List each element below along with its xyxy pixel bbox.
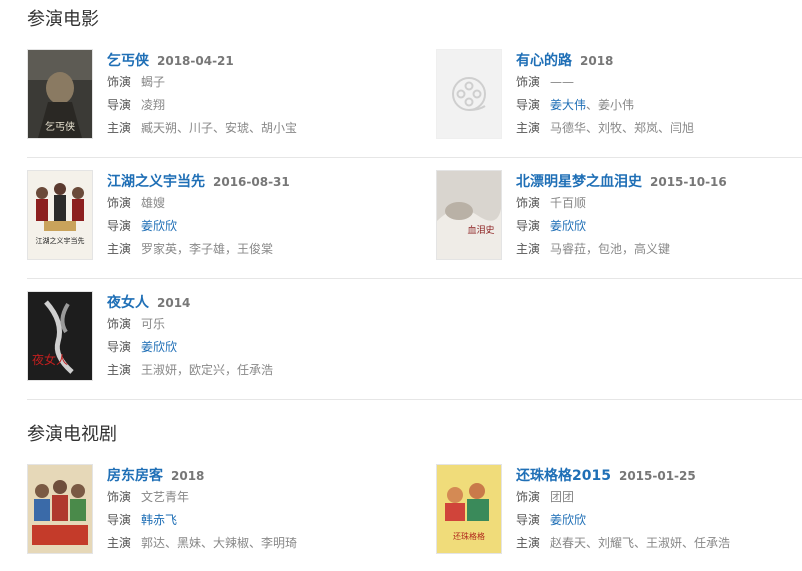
cast-label: 主演 <box>516 121 541 135</box>
director-value: 姜小伟 <box>598 98 635 112</box>
cast-label: 主演 <box>107 121 132 135</box>
director-label: 导演 <box>107 513 132 527</box>
divider <box>27 278 802 279</box>
director-link[interactable]: 姜大伟 <box>550 98 586 112</box>
divider <box>27 157 802 158</box>
cast-label: 主演 <box>107 242 132 256</box>
cast-value: 臧天朔、川子、安琥、胡小宝 <box>141 121 298 135</box>
svg-text:血泪史: 血泪史 <box>467 224 494 236</box>
cast-value: 赵春天、刘耀飞、王淑妍、任承浩 <box>550 536 731 550</box>
movie-card: 有心的路 2018 饰演 —— 导演 姜大伟、姜小伟 主演 马德华、刘牧、郑岚、闫旭 <box>436 49 802 141</box>
role-value: 千百顺 <box>550 196 587 210</box>
cast-label: 主演 <box>107 536 132 550</box>
director-value: 凌翔 <box>141 98 166 112</box>
movie-title-link[interactable]: 乞丐侠 <box>107 53 149 69</box>
movie-card: 江湖之义宇当先 江湖之义宇当先 2016-08-31 饰演 雄嫂 导演 姜欣欣 主演罗… <box>27 170 393 262</box>
director-label: 导演 <box>107 219 132 233</box>
director-label: 导演 <box>516 513 541 527</box>
movie-poster[interactable]: 夜女人 <box>27 291 93 381</box>
role-label: 饰演 <box>107 317 132 331</box>
role-label: 饰演 <box>516 490 541 504</box>
cast-label: 主演 <box>107 363 132 377</box>
director-separator: 、 <box>586 98 599 112</box>
movie-poster-placeholder[interactable] <box>436 49 502 139</box>
role-value: 雄嫂 <box>141 196 166 210</box>
tv-card: 房东房客 2018 饰演 文艺青年 导演 韩赤飞 主演 郭达、黑妹、大辣椒、李明琦 <box>27 464 393 556</box>
movie-date: 2018 <box>580 54 614 68</box>
role-label: 饰演 <box>516 196 541 210</box>
svg-text:还珠格格: 还珠格格 <box>453 531 485 541</box>
role-value: 蝎子 <box>141 75 166 89</box>
director-label: 导演 <box>516 98 541 112</box>
tv-poster[interactable]: 还珠格格 <box>436 464 502 554</box>
director-label: 导演 <box>516 219 541 233</box>
tv-date: 2018 <box>171 469 205 483</box>
movie-title-link[interactable]: 有心的路 <box>516 53 572 69</box>
director-link[interactable]: 韩赤飞 <box>141 513 177 527</box>
movie-poster[interactable]: 血泪史 <box>436 170 502 260</box>
role-label: 饰演 <box>107 196 132 210</box>
movie-date: 2015-10-16 <box>650 175 727 189</box>
movie-poster[interactable]: 乞丐侠 <box>27 49 93 139</box>
movie-title-link[interactable]: 北漂明星梦之血泪史 <box>516 174 642 190</box>
cast-value: 马睿菈，包池，高义键 <box>550 242 671 256</box>
movie-title-link[interactable]: 夜女人 <box>107 295 149 311</box>
movie-title-link[interactable]: 江湖之义宇当先 <box>107 174 205 190</box>
role-value: 文艺青年 <box>141 490 190 504</box>
cast-value: 马德华、刘牧、郑岚、闫旭 <box>550 121 695 135</box>
section-title-movies: 参演电影 <box>27 9 99 30</box>
movie-card: 乞丐侠 乞丐侠 2018-04-21 饰演 蝎子 导演 凌翔 主演 臧天朔、川子、安琥、… <box>27 49 393 141</box>
cast-value: 王淑妍，欧定兴，任承浩 <box>141 363 274 377</box>
director-link[interactable]: 姜欣欣 <box>550 219 586 233</box>
role-value: 可乐 <box>141 317 166 331</box>
movie-date: 2016-08-31 <box>213 175 290 189</box>
movie-poster[interactable]: 江湖之义宇当先 <box>27 170 93 260</box>
role-label: 饰演 <box>107 490 132 504</box>
director-link[interactable]: 姜欣欣 <box>141 340 177 354</box>
director-link[interactable]: 姜欣欣 <box>141 219 177 233</box>
cast-label: 主演 <box>516 536 541 550</box>
divider <box>27 399 802 400</box>
tv-title-link[interactable]: 房东房客 <box>107 468 163 484</box>
movie-date: 2014 <box>157 296 191 310</box>
cast-label: 主演 <box>516 242 541 256</box>
director-link[interactable]: 姜欣欣 <box>550 513 586 527</box>
role-value: 团团 <box>550 490 575 504</box>
movie-date: 2018-04-21 <box>157 54 234 68</box>
svg-text:夜女人: 夜女人 <box>32 352 68 367</box>
tv-poster[interactable] <box>27 464 93 554</box>
tv-card: 还珠格格 还珠格格2015 2015-01-25 饰演 团团 导演 姜欣欣 主演 赵春天… <box>436 464 802 556</box>
movie-card: 夜女人 夜女人 2014 饰演 可乐 导演 姜欣欣 主演 王淑妍，欧定兴，任承浩 <box>27 291 393 383</box>
svg-text:江湖之义宇当先: 江湖之义宇当先 <box>36 236 85 245</box>
svg-text:乞丐侠: 乞丐侠 <box>45 120 75 133</box>
role-label: 饰演 <box>516 75 541 89</box>
tv-date: 2015-01-25 <box>618 469 696 483</box>
director-label: 导演 <box>107 98 132 112</box>
tv-title-link[interactable]: 还珠格格2015 <box>516 468 611 484</box>
role-value: —— <box>550 75 575 89</box>
cast-value: 郭达、黑妹、大辣椒、李明琦 <box>141 536 298 550</box>
film-reel-icon <box>437 50 501 138</box>
director-label: 导演 <box>107 340 132 354</box>
cast-value: 罗家英，李子雄，王俊棠 <box>141 242 274 256</box>
movie-card: 血泪史 北漂明星梦之血泪史 2015-10-16 饰演 千百顺 导演 姜欣欣 主演 马睿… <box>436 170 802 262</box>
role-label: 饰演 <box>107 75 132 89</box>
section-title-tv: 参演电视剧 <box>27 424 117 445</box>
